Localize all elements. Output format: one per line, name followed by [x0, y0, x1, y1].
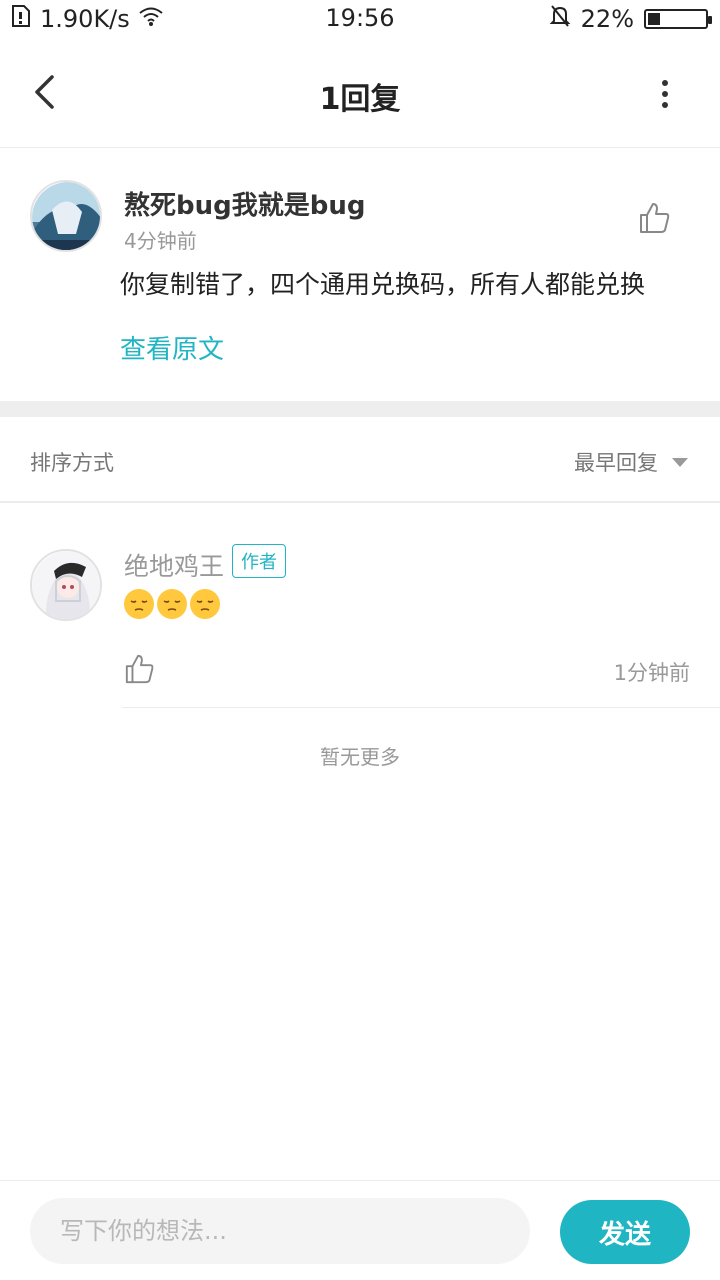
reply-author[interactable]: 绝地鸡王	[124, 547, 224, 583]
author-badge: 作者	[232, 544, 286, 578]
more-button[interactable]	[650, 76, 680, 112]
no-more-text: 暂无更多	[320, 745, 400, 769]
pensive-face-emoji	[124, 589, 154, 619]
send-button[interactable]: 发送	[560, 1200, 690, 1264]
sort-label: 排序方式	[30, 451, 114, 475]
view-original-link[interactable]: 查看原文	[120, 329, 224, 366]
reply-like-button[interactable]	[124, 653, 156, 685]
page-title: 1回复	[319, 82, 401, 117]
status-right: 22%	[549, 4, 712, 34]
original-comment: 熬死bug我就是bug 4分钟前 你复制错了，四个通用兑换码，所有人都能兑换 查…	[0, 149, 720, 401]
comment-text: 你复制错了，四个通用兑换码，所有人都能兑换	[120, 270, 646, 299]
comment-author[interactable]: 熬死bug我就是bug	[124, 185, 365, 222]
reply-time: 1分钟前	[613, 661, 690, 685]
like-button[interactable]	[638, 201, 672, 235]
pensive-face-emoji	[190, 589, 220, 619]
sort-row: 排序方式 最早回复	[0, 417, 720, 503]
reply-avatar[interactable]	[30, 549, 102, 621]
pensive-face-emoji	[157, 589, 187, 619]
sort-dropdown[interactable]: 最早回复	[574, 447, 688, 477]
sort-triangle-icon	[672, 457, 688, 467]
reply-content	[124, 589, 220, 619]
battery-fill	[648, 13, 661, 25]
sort-selected: 最早回复	[574, 451, 658, 475]
comment-time: 4分钟前	[124, 229, 197, 253]
more-vertical-icon	[662, 80, 668, 108]
section-divider	[0, 401, 720, 417]
mute-bell-icon	[549, 4, 571, 34]
thumbs-up-icon	[640, 203, 670, 233]
comment-input[interactable]	[30, 1198, 530, 1264]
avatar[interactable]	[30, 180, 102, 252]
bottom-bar: 发送	[0, 1180, 720, 1280]
battery-icon	[644, 9, 712, 29]
battery-percent: 22%	[580, 5, 634, 33]
status-bar: 1.90K/s 19:56 22%	[0, 0, 720, 40]
app-header: 1回复	[0, 40, 720, 148]
reply-item: 绝地鸡王 作者 1分钟前	[0, 503, 720, 709]
thumbs-up-icon	[125, 654, 154, 684]
reply-divider	[122, 707, 720, 708]
